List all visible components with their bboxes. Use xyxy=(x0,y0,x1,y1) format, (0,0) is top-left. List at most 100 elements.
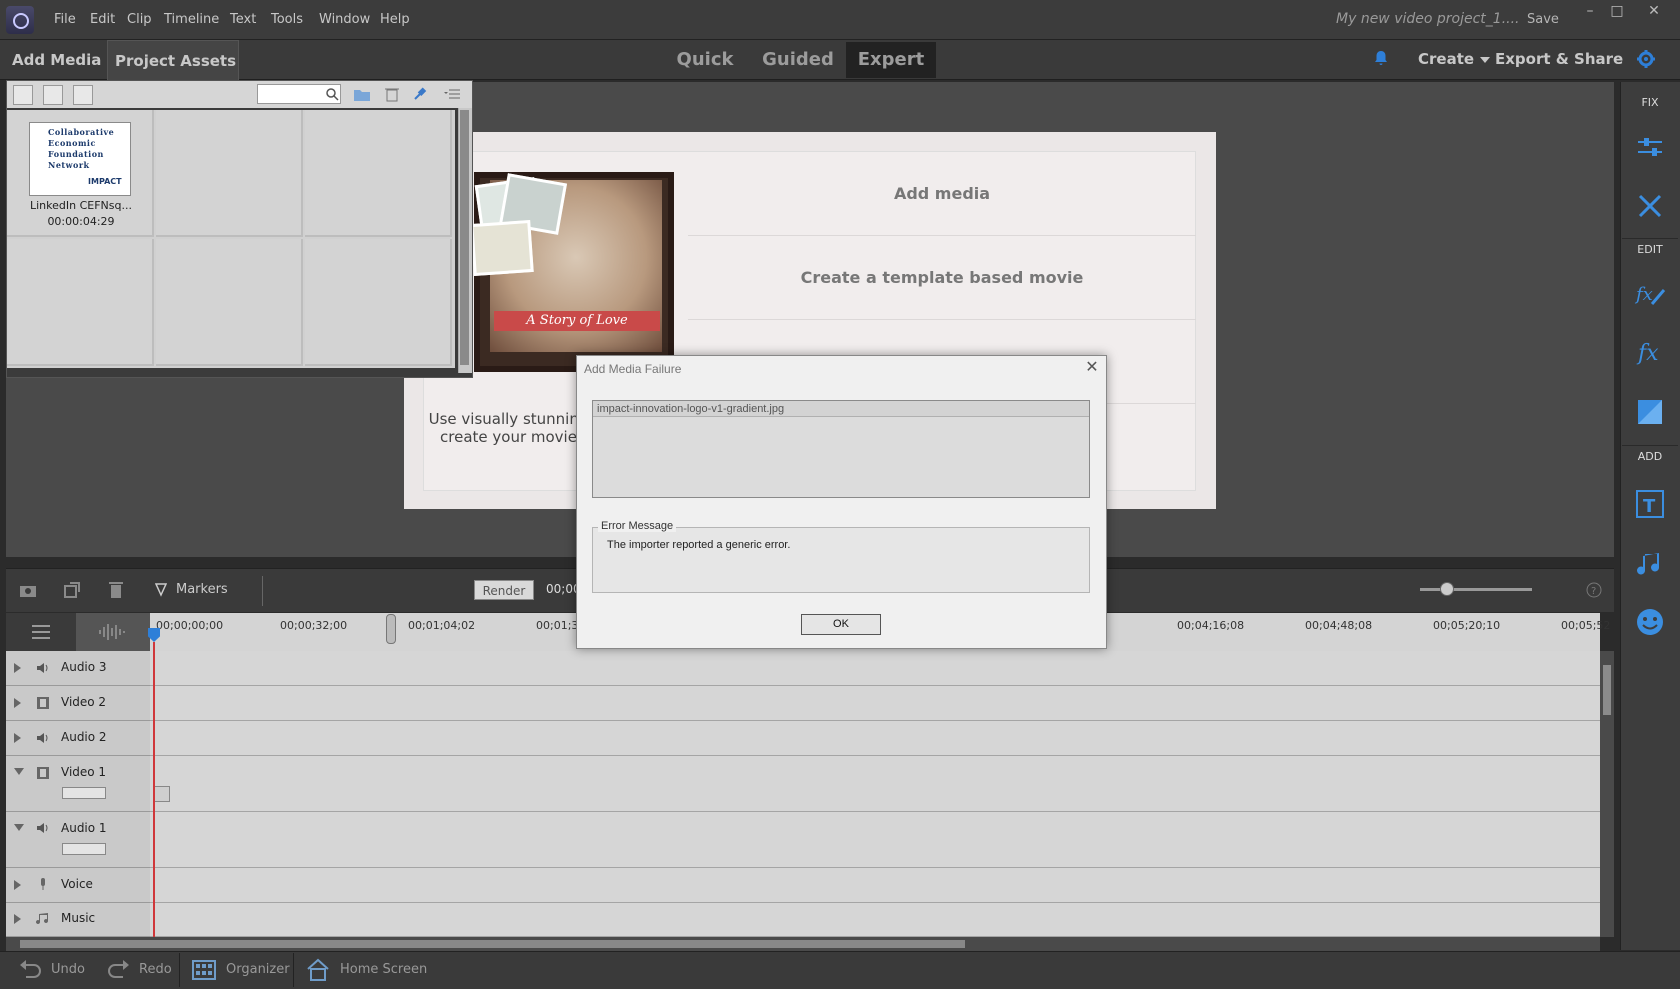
track-audio-1[interactable] xyxy=(150,812,1600,868)
expand-arrow-icon[interactable] xyxy=(14,663,21,673)
list-menu-icon[interactable] xyxy=(443,87,461,101)
app-logo-icon[interactable] xyxy=(6,6,34,34)
speaker-icon[interactable] xyxy=(36,662,50,674)
track-video-1[interactable] xyxy=(150,756,1600,812)
track-music[interactable] xyxy=(150,903,1600,937)
redo-button[interactable]: Redo xyxy=(139,962,172,977)
close-icon[interactable]: ✕ xyxy=(1083,358,1101,376)
folder-icon[interactable] xyxy=(353,86,371,102)
render-button[interactable]: Render xyxy=(474,580,534,600)
video-filter-icon[interactable] xyxy=(13,85,33,105)
search-icon[interactable] xyxy=(325,87,339,101)
clip-placeholder[interactable] xyxy=(154,786,170,802)
speaker-icon[interactable] xyxy=(36,732,50,744)
menu-tools[interactable]: Tools xyxy=(271,12,303,27)
trash-icon[interactable] xyxy=(106,580,126,600)
asset-cell[interactable] xyxy=(305,110,452,237)
add-media-button[interactable]: Add Media xyxy=(6,40,104,104)
asset-cell[interactable] xyxy=(305,239,452,366)
track-video-2[interactable] xyxy=(150,686,1600,721)
menu-edit[interactable]: Edit xyxy=(90,12,115,27)
collapse-arrow-icon[interactable] xyxy=(14,768,24,775)
collapse-arrow-icon[interactable] xyxy=(14,824,24,831)
timeline-vertical-scrollbar-thumb[interactable] xyxy=(1603,665,1611,715)
assets-scrollbar-thumb[interactable] xyxy=(460,110,469,365)
home-screen-button[interactable]: Home Screen xyxy=(340,962,427,977)
organizer-button[interactable]: Organizer xyxy=(226,962,290,977)
close-icon[interactable]: ✕ xyxy=(1643,2,1665,20)
expand-arrow-icon[interactable] xyxy=(14,733,21,743)
track-voice[interactable] xyxy=(150,868,1600,903)
asset-cell[interactable] xyxy=(156,110,303,237)
copy-icon[interactable] xyxy=(62,580,82,600)
timeline-horizontal-scrollbar-thumb[interactable] xyxy=(20,940,965,948)
adjustments-icon[interactable] xyxy=(1634,132,1666,164)
create-button[interactable]: Create xyxy=(1418,50,1491,68)
menu-text[interactable]: Text xyxy=(230,12,256,27)
menu-help[interactable]: Help xyxy=(380,12,410,27)
tools-icon[interactable] xyxy=(1634,190,1666,222)
expand-arrow-icon[interactable] xyxy=(14,914,21,924)
effects-icon[interactable]: fx xyxy=(1634,336,1666,368)
film-icon[interactable] xyxy=(36,767,50,779)
export-share-button[interactable]: Export & Share xyxy=(1495,50,1623,68)
titles-text-icon[interactable]: T xyxy=(1634,488,1666,520)
asset-cell[interactable] xyxy=(156,239,303,366)
help-icon[interactable]: ? xyxy=(1586,582,1602,598)
save-button[interactable]: Save xyxy=(1527,12,1559,27)
ruler-time: 00;05;52 xyxy=(1561,619,1611,632)
expand-arrow-icon[interactable] xyxy=(14,698,21,708)
ruler-time: 00;04;48;08 xyxy=(1305,619,1373,632)
template-movie-option[interactable]: Create a template based movie xyxy=(688,236,1196,320)
project-assets-tab[interactable]: Project Assets xyxy=(107,40,239,105)
menu-file[interactable]: File xyxy=(54,12,76,27)
keyframe-controls[interactable] xyxy=(62,787,106,799)
project-assets-label: Project Assets xyxy=(115,52,237,70)
microphone-icon[interactable] xyxy=(36,878,50,890)
effects-edit-icon[interactable]: fx xyxy=(1634,278,1666,310)
track-label: Audio 2 xyxy=(61,730,107,744)
keyframe-controls[interactable] xyxy=(62,843,106,855)
graphics-smiley-icon[interactable] xyxy=(1634,606,1666,638)
redo-icon[interactable] xyxy=(106,957,132,983)
zoom-slider-thumb[interactable] xyxy=(1440,582,1454,596)
tab-quick[interactable]: Quick xyxy=(670,42,740,78)
menu-timeline[interactable]: Timeline xyxy=(164,12,219,27)
project-name: My new video project_1.... xyxy=(1336,11,1520,27)
asset-cell[interactable] xyxy=(7,239,154,366)
undo-button[interactable]: Undo xyxy=(51,962,85,977)
track-options-icon[interactable] xyxy=(30,623,52,641)
markers-dropdown[interactable]: Markers xyxy=(176,582,228,597)
thumbnail-text: Collaborative xyxy=(48,127,115,137)
image-filter-icon[interactable] xyxy=(43,85,63,105)
speaker-icon[interactable] xyxy=(36,822,50,834)
tab-expert[interactable]: Expert xyxy=(846,42,936,78)
menu-window[interactable]: Window xyxy=(319,12,370,27)
add-media-option[interactable]: Add media xyxy=(688,152,1196,236)
failed-file-item[interactable]: impact-innovation-logo-v1-gradient.jpg xyxy=(593,401,1089,417)
pin-icon[interactable] xyxy=(412,86,428,102)
ok-button[interactable]: OK xyxy=(801,614,881,635)
audio-filter-icon[interactable] xyxy=(73,85,93,105)
menu-clip[interactable]: Clip xyxy=(127,12,152,27)
transitions-icon[interactable] xyxy=(1634,396,1666,428)
music-note-icon[interactable] xyxy=(36,913,50,925)
bell-icon[interactable] xyxy=(1373,50,1389,66)
trash-icon[interactable] xyxy=(384,86,400,102)
maximize-icon[interactable]: □ xyxy=(1606,2,1628,20)
film-icon[interactable] xyxy=(36,697,50,709)
zoom-slider[interactable] xyxy=(1420,588,1532,591)
music-icon[interactable] xyxy=(1634,548,1666,580)
undo-icon[interactable] xyxy=(17,957,43,983)
minimize-icon[interactable]: – xyxy=(1579,2,1601,20)
home-icon[interactable] xyxy=(305,957,331,983)
camera-icon[interactable] xyxy=(18,580,38,600)
tab-guided[interactable]: Guided xyxy=(758,42,838,78)
work-area-marker[interactable] xyxy=(386,614,396,644)
thumbnail-text: Foundation xyxy=(48,149,104,159)
track-audio-3[interactable] xyxy=(150,651,1600,686)
track-audio-2[interactable] xyxy=(150,721,1600,756)
expand-arrow-icon[interactable] xyxy=(14,880,21,890)
organizer-icon[interactable] xyxy=(191,957,217,983)
gear-icon[interactable] xyxy=(1636,49,1656,69)
